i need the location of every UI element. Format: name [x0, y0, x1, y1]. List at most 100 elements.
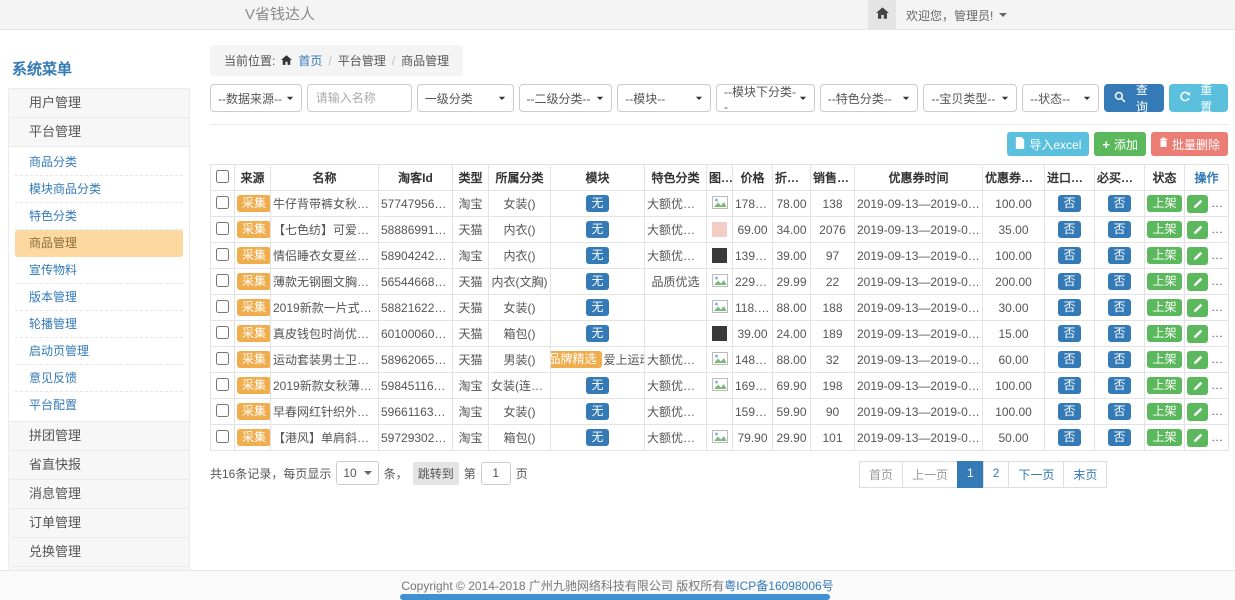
- import-select-badge[interactable]: 否: [1058, 247, 1080, 264]
- status-badge[interactable]: 上架: [1147, 325, 1181, 342]
- pager-button[interactable]: 末页: [1063, 461, 1107, 488]
- row-checkbox[interactable]: [216, 378, 229, 391]
- sidebar-subitem[interactable]: 启动页管理: [15, 338, 183, 365]
- pager-button[interactable]: 上一页: [902, 461, 958, 488]
- must-buy-badge[interactable]: 否: [1108, 377, 1130, 394]
- sidebar-subitem[interactable]: 模块商品分类: [15, 176, 183, 203]
- must-buy-badge[interactable]: 否: [1108, 247, 1130, 264]
- edit-button[interactable]: [1187, 247, 1208, 265]
- sidebar-subitem[interactable]: 宣传物料: [15, 257, 183, 284]
- filter-select[interactable]: --模块下分类--: [716, 84, 815, 112]
- add-button[interactable]: + 添加: [1094, 132, 1146, 156]
- import-select-badge[interactable]: 否: [1058, 429, 1080, 446]
- search-button[interactable]: 查询: [1104, 84, 1163, 112]
- coupon-amount-cell: 50.00: [983, 425, 1045, 451]
- import-select-badge[interactable]: 否: [1058, 377, 1080, 394]
- status-badge[interactable]: 上架: [1147, 299, 1181, 316]
- filter-select[interactable]: --模块--: [617, 84, 711, 112]
- sidebar-subitem[interactable]: 版本管理: [15, 284, 183, 311]
- sidebar-item[interactable]: 兑换管理: [8, 537, 190, 567]
- filter-select[interactable]: 一级分类: [417, 84, 514, 112]
- pager-button[interactable]: 下一页: [1008, 461, 1064, 488]
- edit-button[interactable]: [1187, 299, 1208, 317]
- sidebar-item[interactable]: 订单管理: [8, 508, 190, 538]
- status-badge[interactable]: 上架: [1147, 221, 1181, 238]
- must-buy-badge[interactable]: 否: [1108, 195, 1130, 212]
- edit-button[interactable]: [1187, 351, 1208, 369]
- filter-select[interactable]: --二级分类--: [519, 84, 613, 112]
- breadcrumb-home-link[interactable]: 首页: [298, 52, 322, 69]
- must-buy-badge[interactable]: 否: [1108, 429, 1130, 446]
- edit-button[interactable]: [1187, 273, 1208, 291]
- sidebar-subitem[interactable]: 特色分类: [15, 203, 183, 230]
- row-checkbox[interactable]: [216, 352, 229, 365]
- sidebar-item[interactable]: 省直快报: [8, 450, 190, 480]
- status-cell: 上架: [1145, 347, 1185, 373]
- sidebar-item[interactable]: 拼团管理: [8, 421, 190, 451]
- ops-cell: [1185, 399, 1229, 425]
- sidebar-subitem[interactable]: 意见反馈: [15, 365, 183, 392]
- horizontal-scrollbar-thumb[interactable]: [400, 594, 830, 600]
- edit-button[interactable]: [1187, 325, 1208, 343]
- must-buy-badge[interactable]: 否: [1108, 273, 1130, 290]
- row-checkbox[interactable]: [216, 430, 229, 443]
- import-select-badge[interactable]: 否: [1058, 299, 1080, 316]
- status-badge[interactable]: 上架: [1147, 247, 1181, 264]
- jump-page-input[interactable]: [481, 462, 511, 485]
- status-badge[interactable]: 上架: [1147, 377, 1181, 394]
- import-select-badge[interactable]: 否: [1058, 195, 1080, 212]
- filter-select[interactable]: --宝贝类型--: [923, 84, 1017, 112]
- sidebar-item[interactable]: 平台管理: [8, 117, 190, 147]
- import-excel-button[interactable]: 导入excel: [1007, 132, 1089, 156]
- price-cell: 148.00: [733, 347, 773, 373]
- name-search-input[interactable]: [307, 84, 412, 112]
- pager-button[interactable]: 1: [957, 461, 984, 488]
- import-select-badge[interactable]: 否: [1058, 351, 1080, 368]
- per-page-select[interactable]: 10: [336, 461, 378, 485]
- pager-button[interactable]: 首页: [859, 461, 903, 488]
- status-badge[interactable]: 上架: [1147, 429, 1181, 446]
- must-buy-badge[interactable]: 否: [1108, 351, 1130, 368]
- edit-button[interactable]: [1187, 221, 1208, 239]
- jump-button[interactable]: 跳转到: [413, 462, 459, 485]
- sidebar-item[interactable]: 消息管理: [8, 479, 190, 509]
- edit-button[interactable]: [1187, 195, 1208, 213]
- row-checkbox[interactable]: [216, 404, 229, 417]
- pager-button[interactable]: 2: [983, 461, 1010, 488]
- edit-button[interactable]: [1187, 429, 1208, 447]
- user-menu[interactable]: 欢迎您，管理员!: [906, 0, 1007, 30]
- row-checkbox[interactable]: [216, 326, 229, 339]
- must-buy-badge[interactable]: 否: [1108, 325, 1130, 342]
- status-badge[interactable]: 上架: [1147, 351, 1181, 368]
- reset-button[interactable]: 重置: [1169, 84, 1228, 112]
- sidebar-item[interactable]: 用户管理: [8, 88, 190, 118]
- sidebar-subitem[interactable]: 商品管理: [15, 230, 183, 257]
- status-badge[interactable]: 上架: [1147, 273, 1181, 290]
- batch-delete-button[interactable]: 批量删除: [1151, 132, 1228, 156]
- row-checkbox[interactable]: [216, 222, 229, 235]
- edit-button[interactable]: [1187, 377, 1208, 395]
- must-buy-badge[interactable]: 否: [1108, 403, 1130, 420]
- row-checkbox[interactable]: [216, 300, 229, 313]
- must-buy-badge[interactable]: 否: [1108, 299, 1130, 316]
- filter-select[interactable]: --状态--: [1022, 84, 1099, 112]
- import-select-badge[interactable]: 否: [1058, 403, 1080, 420]
- must-buy-badge[interactable]: 否: [1108, 221, 1130, 238]
- row-checkbox[interactable]: [216, 248, 229, 261]
- status-badge[interactable]: 上架: [1147, 195, 1181, 212]
- status-badge[interactable]: 上架: [1147, 403, 1181, 420]
- filter-select[interactable]: --特色分类--: [820, 84, 919, 112]
- row-checkbox[interactable]: [216, 196, 229, 209]
- edit-button[interactable]: [1187, 403, 1208, 421]
- sidebar-subitem[interactable]: 轮播管理: [15, 311, 183, 338]
- sidebar-subitem[interactable]: 平台配置: [15, 392, 183, 419]
- import-select-badge[interactable]: 否: [1058, 221, 1080, 238]
- filter-select[interactable]: --数据来源--: [210, 84, 302, 112]
- row-checkbox[interactable]: [216, 274, 229, 287]
- import-select-badge[interactable]: 否: [1058, 273, 1080, 290]
- icp-link[interactable]: 粤ICP备16098006号: [724, 577, 833, 594]
- select-all-checkbox[interactable]: [216, 170, 229, 183]
- home-button[interactable]: [868, 0, 896, 30]
- sidebar-subitem[interactable]: 商品分类: [15, 149, 183, 176]
- import-select-badge[interactable]: 否: [1058, 325, 1080, 342]
